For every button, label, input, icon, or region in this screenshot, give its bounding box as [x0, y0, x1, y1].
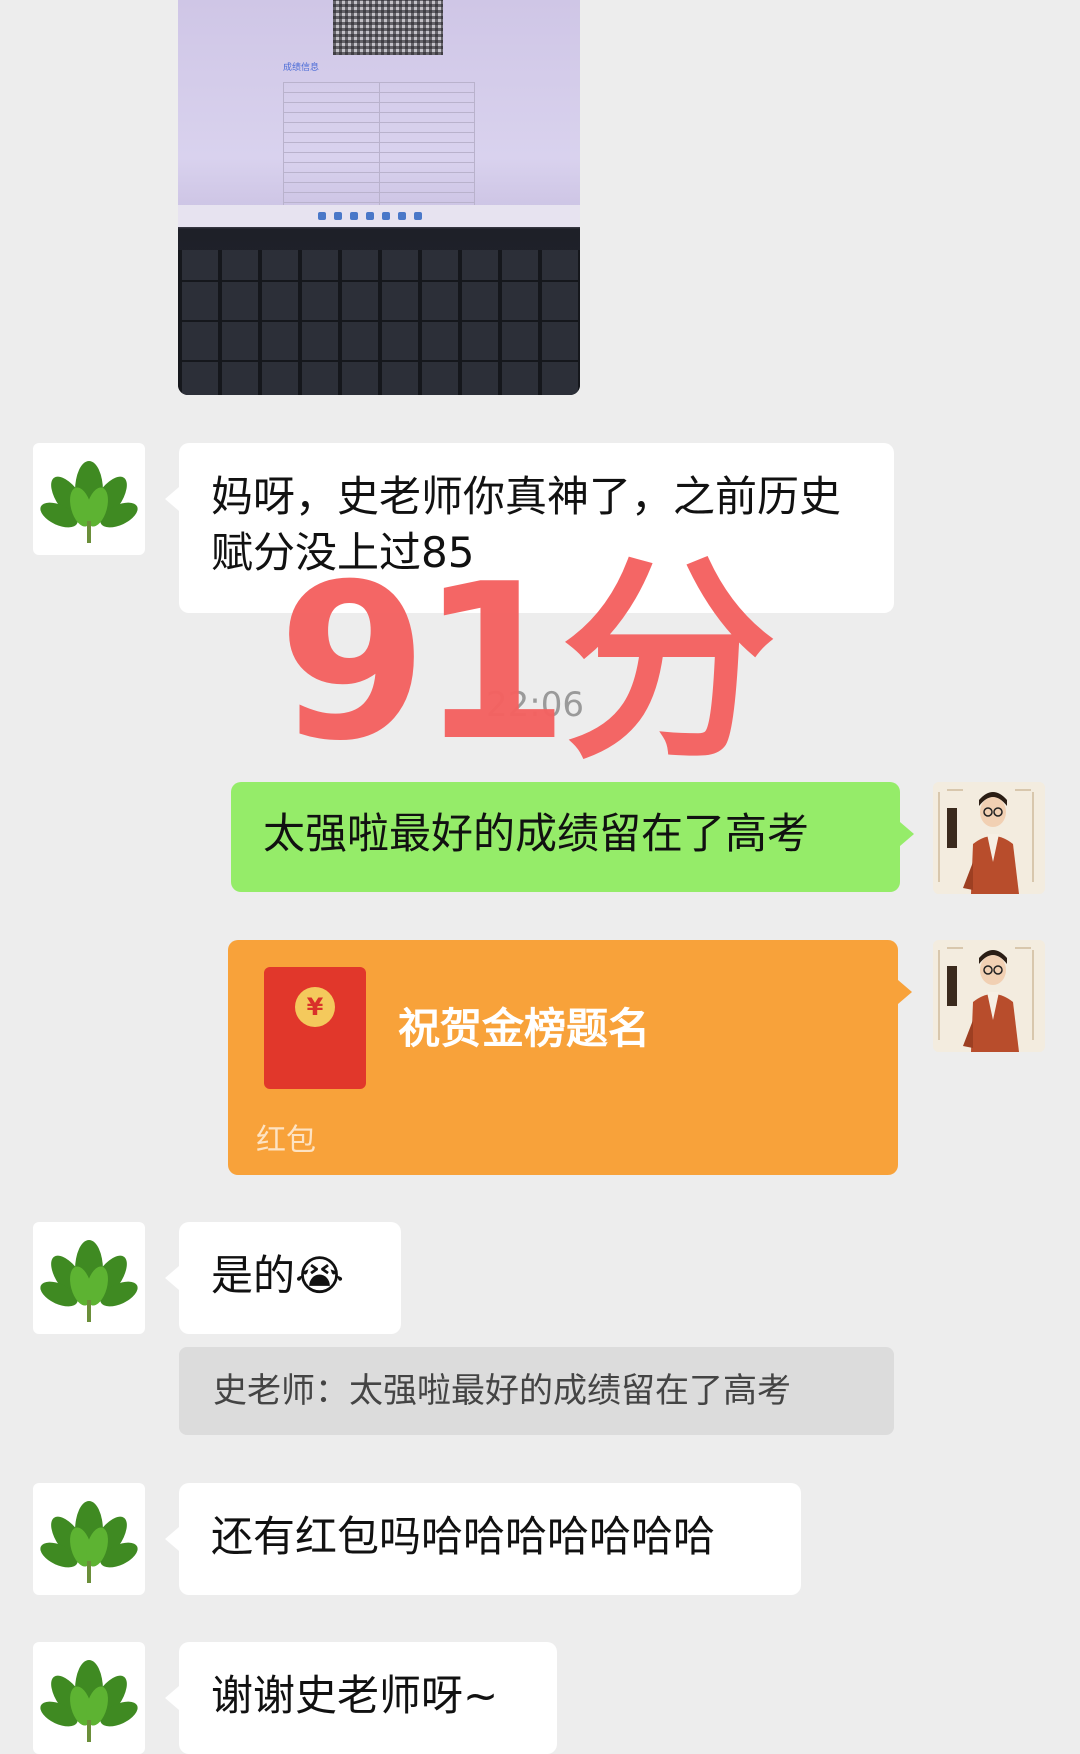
photo-doc-title: 成绩信息	[283, 62, 320, 72]
photo-score-table	[283, 82, 475, 216]
photo-message[interactable]: 成绩信息	[178, 0, 580, 395]
message-text: 太强啦最好的成绩留在了高考	[263, 809, 810, 858]
score-overlay-stamp: 91分	[278, 537, 776, 788]
teacher-avatar[interactable]	[933, 782, 1045, 894]
red-envelope-icon: ¥	[264, 967, 366, 1089]
teacher-portrait-icon	[933, 782, 1045, 894]
photo-taskbar	[178, 205, 580, 227]
message-bubble-incoming[interactable]: 还有红包吗哈哈哈哈哈哈哈	[165, 1483, 801, 1595]
message-text: 还有红包吗哈哈哈哈哈哈哈	[211, 1512, 716, 1561]
student-avatar[interactable]	[33, 443, 145, 555]
quoted-text: 史老师：太强啦最好的成绩留在了高考	[213, 1371, 791, 1411]
photo-keyboard	[178, 250, 580, 395]
leaf-avatar-icon	[40, 1501, 138, 1583]
quoted-reply[interactable]: 史老师：太强啦最好的成绩留在了高考	[179, 1347, 894, 1435]
leaf-avatar-icon	[40, 1240, 138, 1322]
coin-icon: ¥	[295, 987, 335, 1027]
message-text: 谢谢史老师呀~	[211, 1671, 499, 1720]
crying-emoji-icon: 😭	[295, 1251, 345, 1300]
red-packet-card[interactable]: ¥ 祝贺金榜题名 红包	[228, 940, 912, 1175]
message-bubble-incoming[interactable]: 谢谢史老师呀~	[165, 1642, 557, 1754]
teacher-avatar[interactable]	[933, 940, 1045, 1052]
message-bubble-outgoing[interactable]: 太强啦最好的成绩留在了高考	[231, 782, 914, 892]
teacher-portrait-icon	[933, 940, 1045, 1052]
message-bubble-incoming[interactable]: 是的😭	[165, 1222, 401, 1334]
leaf-avatar-icon	[40, 1660, 138, 1742]
student-avatar[interactable]	[33, 1222, 145, 1334]
red-packet-label: 红包	[256, 1123, 316, 1158]
message-text: 是的	[211, 1251, 296, 1300]
leaf-avatar-icon	[40, 461, 138, 543]
red-packet-greeting: 祝贺金榜题名	[398, 1004, 651, 1053]
student-avatar[interactable]	[33, 1642, 145, 1754]
qr-code-image	[333, 0, 443, 55]
student-avatar[interactable]	[33, 1483, 145, 1595]
